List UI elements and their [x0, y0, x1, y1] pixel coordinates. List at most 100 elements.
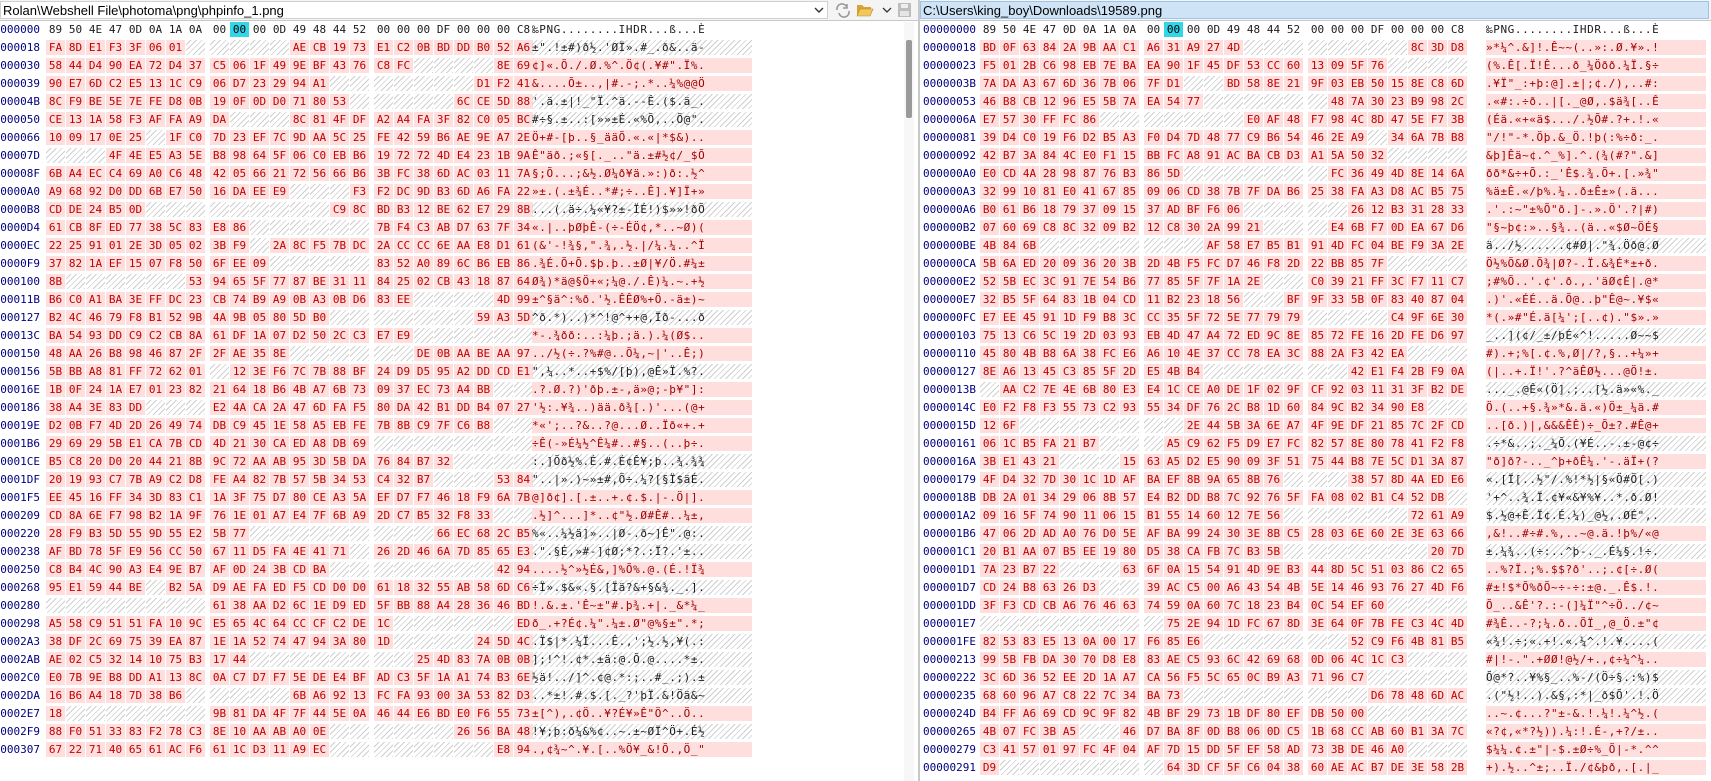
hex-byte[interactable]: 72 [1224, 328, 1243, 343]
hex-byte[interactable]: EF [1284, 706, 1303, 721]
hex-byte[interactable]: 1C [1000, 436, 1019, 451]
hex-byte[interactable]: FF [1000, 706, 1019, 721]
hex-byte[interactable]: 7C [1224, 598, 1243, 613]
hex-byte[interactable]: 11 [270, 742, 289, 757]
hex-byte[interactable]: CB [1040, 598, 1059, 613]
hex-byte[interactable]: 6C [454, 94, 473, 109]
hex-byte[interactable]: D4 [1000, 130, 1019, 145]
hex-byte[interactable]: ED [106, 220, 125, 235]
hex-byte[interactable] [1448, 490, 1467, 505]
hex-byte[interactable]: 68 [980, 688, 999, 703]
ascii-column[interactable]: «¾!.÷;«.+!.«.¼^.!.¥....( [1486, 634, 1706, 649]
hex-byte[interactable]: 4E [126, 148, 145, 163]
hex-byte[interactable]: 2E [514, 130, 533, 145]
hex-byte[interactable]: 5F [414, 670, 433, 685]
save-icon[interactable] [896, 2, 914, 18]
hex-byte[interactable]: BF [350, 364, 369, 379]
hex-byte[interactable]: 51 [1284, 454, 1303, 469]
hex-byte[interactable]: B2 [1120, 220, 1139, 235]
hex-byte[interactable]: B7 [414, 472, 433, 487]
hex-byte[interactable]: C7 [106, 472, 125, 487]
sync-icon[interactable] [834, 2, 852, 18]
hex-byte[interactable]: 42 [494, 562, 513, 577]
hex-byte[interactable]: DF [230, 328, 249, 343]
hex-byte[interactable] [434, 292, 453, 307]
hex-byte[interactable]: 50 [310, 328, 329, 343]
hex-byte[interactable]: 57 [1020, 742, 1039, 757]
hex-byte[interactable]: 00 [454, 22, 473, 37]
hex-byte[interactable]: 93 [86, 328, 105, 343]
hex-byte[interactable]: 49 [1368, 166, 1387, 181]
hex-byte[interactable]: 4D [494, 292, 513, 307]
hex-byte[interactable] [1184, 166, 1203, 181]
hex-byte[interactable]: 1C [230, 742, 249, 757]
hex-byte[interactable] [46, 598, 65, 613]
hex-byte[interactable] [1224, 112, 1243, 127]
hex-byte[interactable]: 03 [1348, 382, 1367, 397]
hex-byte[interactable]: 36 [1020, 670, 1039, 685]
hex-byte[interactable]: 12 [980, 418, 999, 433]
hex-byte[interactable]: 32 [980, 184, 999, 199]
hex-byte[interactable]: 4C [1060, 148, 1079, 163]
hex-byte[interactable]: 15 [1184, 562, 1203, 577]
hex-byte[interactable] [394, 742, 413, 757]
hex-byte[interactable]: CC [290, 616, 309, 631]
hex-byte[interactable]: ED [1020, 256, 1039, 271]
hex-byte[interactable]: FB [1204, 544, 1223, 559]
hex-byte[interactable]: 9F [1284, 382, 1303, 397]
hex-byte[interactable] [270, 202, 289, 217]
hex-byte[interactable]: 8B [1244, 472, 1263, 487]
hex-byte[interactable]: E8 [210, 220, 229, 235]
hex-byte[interactable] [1224, 94, 1243, 109]
hex-byte[interactable]: AB [454, 580, 473, 595]
hex-byte[interactable]: 1F [1244, 382, 1263, 397]
hex-byte[interactable]: A8 [310, 436, 329, 451]
hex-byte[interactable]: AF [210, 562, 229, 577]
hex-byte[interactable]: 7E [1244, 508, 1263, 523]
ascii-column[interactable]: ðð*&÷+Õ.:_'Ê$.¾.Õ+.[.»¾" [1486, 166, 1706, 181]
hex-byte[interactable]: 9F [1408, 310, 1427, 325]
hex-byte[interactable]: 85 [1164, 274, 1183, 289]
ascii-column[interactable]: ½ä!../]^.¢@.*:;..#_.;).± [532, 670, 752, 685]
hex-byte[interactable]: CB [434, 274, 453, 289]
hex-byte[interactable] [270, 112, 289, 127]
hex-byte[interactable]: 03 [1100, 328, 1119, 343]
hex-byte[interactable]: F0 [66, 724, 85, 739]
hex-byte[interactable] [1284, 688, 1303, 703]
hex-byte[interactable] [1100, 454, 1119, 469]
hex-byte[interactable]: 49 [270, 58, 289, 73]
hex-byte[interactable]: BF [1164, 706, 1183, 721]
hex-byte[interactable]: EF [1348, 598, 1367, 613]
hex-byte[interactable]: 3C [980, 670, 999, 685]
hex-byte[interactable]: FE [1348, 328, 1367, 343]
hex-byte[interactable]: 52 [166, 310, 185, 325]
hex-byte[interactable]: E9 [394, 328, 413, 343]
hex-byte[interactable]: B2 [166, 580, 185, 595]
hex-byte[interactable] [1264, 40, 1283, 55]
hex-byte[interactable] [1368, 508, 1387, 523]
hex-byte[interactable]: 4A [1408, 472, 1427, 487]
hex-byte[interactable]: FF [106, 490, 125, 505]
hex-byte[interactable] [494, 508, 513, 523]
hex-byte[interactable] [474, 472, 493, 487]
hex-byte[interactable]: 7B [310, 364, 329, 379]
hex-byte[interactable]: 6B [330, 382, 349, 397]
hex-byte[interactable]: C7 [230, 670, 249, 685]
hex-byte[interactable]: 61 [46, 220, 65, 235]
hex-byte[interactable]: 48 [514, 724, 533, 739]
hex-byte[interactable]: 76 [1204, 400, 1223, 415]
hex-byte[interactable]: A4 [1204, 328, 1223, 343]
ascii-column[interactable]: .'.:~"±%Õ"ð.]-.».Ö'.?|#) [1486, 202, 1706, 217]
ascii-column[interactable]: "..|».)~»±#,Õ÷.¼?[§Ï$äÉ. [532, 472, 752, 487]
hex-byte[interactable]: CD [186, 436, 205, 451]
hex-byte[interactable]: 23 [166, 382, 185, 397]
hex-byte[interactable]: 53 [1000, 634, 1019, 649]
hex-byte[interactable]: 62 [166, 364, 185, 379]
hex-byte[interactable]: 9C [1264, 328, 1283, 343]
hex-byte[interactable]: DD [454, 400, 473, 415]
hex-byte[interactable]: 34 [1040, 490, 1059, 505]
hex-byte[interactable]: A0 [414, 256, 433, 271]
hex-byte[interactable]: 58 [46, 58, 65, 73]
hex-byte[interactable]: 50 [1368, 76, 1387, 91]
hex-byte[interactable] [1100, 238, 1119, 253]
